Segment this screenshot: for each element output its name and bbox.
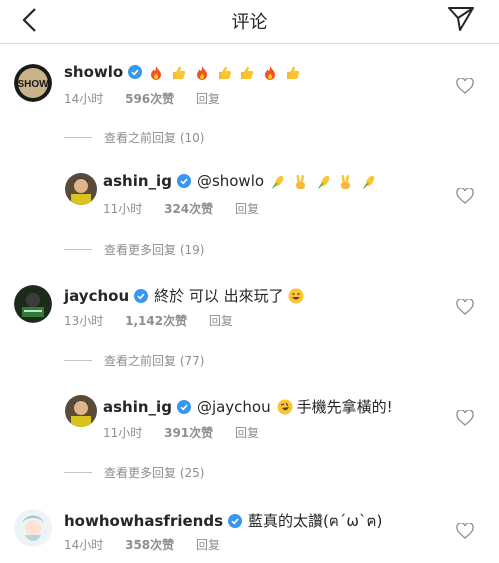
verified-badge-icon bbox=[128, 65, 143, 79]
view-previous-replies[interactable]: 查看之前回复 (10) bbox=[64, 129, 204, 146]
like-count[interactable]: 391次赞 bbox=[164, 426, 213, 440]
top-bar: 评论 bbox=[0, 0, 499, 44]
comment-line: ashin_ig @showlo bbox=[103, 172, 379, 190]
like-count[interactable]: 358次赞 bbox=[125, 538, 174, 552]
page-title: 评论 bbox=[231, 12, 268, 33]
like-heart-icon[interactable] bbox=[456, 410, 474, 426]
reply-button[interactable]: 回复 bbox=[235, 426, 259, 440]
comment-text: 終於 可以 出來玩了 bbox=[154, 287, 284, 305]
reply-button[interactable]: 回复 bbox=[196, 538, 220, 552]
divider-dash bbox=[64, 137, 92, 138]
divider-dash bbox=[64, 472, 92, 473]
comment-text: 手機先拿橫的! bbox=[296, 398, 393, 416]
comment-line: jaychou 終於 可以 出來玩了 bbox=[64, 285, 306, 306]
comment-line: ashin_ig @jaychou 手機先拿橫的! bbox=[103, 396, 393, 417]
avatar-showlo[interactable]: SHOW bbox=[14, 64, 52, 102]
username[interactable]: jaychou bbox=[64, 287, 129, 305]
like-heart-icon[interactable] bbox=[456, 188, 474, 204]
avatar-jaychou[interactable] bbox=[14, 285, 52, 323]
emoji-row bbox=[148, 63, 303, 81]
corn-emoji-icon bbox=[272, 175, 284, 189]
view-previous-replies[interactable]: 查看之前回复 (77) bbox=[64, 352, 204, 369]
thumbs-up-emoji-icon bbox=[241, 66, 254, 79]
rofl-face-emoji-icon bbox=[277, 399, 293, 414]
username[interactable]: howhowhasfriends bbox=[64, 512, 223, 530]
verified-badge-icon bbox=[176, 174, 191, 188]
comment-line: howhowhasfriends 藍真的太讚(ฅ´ω`ฅ) bbox=[64, 509, 382, 533]
thread-label: 查看更多回复 (19) bbox=[104, 243, 205, 257]
showlo-logo-icon: SHOW bbox=[14, 64, 52, 102]
fire-emoji-icon bbox=[265, 65, 276, 80]
divider-dash bbox=[64, 249, 92, 250]
thread-label: 查看之前回复 (10) bbox=[104, 131, 205, 145]
fire-emoji-icon bbox=[196, 65, 207, 80]
send-icon[interactable] bbox=[446, 4, 476, 32]
mention-link[interactable]: @showlo bbox=[197, 172, 264, 190]
like-count[interactable]: 324次赞 bbox=[164, 202, 213, 216]
username[interactable]: showlo bbox=[64, 63, 123, 81]
like-count[interactable]: 1,142次赞 bbox=[125, 314, 187, 328]
svg-text:SHOW: SHOW bbox=[17, 79, 49, 90]
emoji-row bbox=[270, 172, 379, 190]
like-heart-icon[interactable] bbox=[456, 523, 474, 539]
comment-time: 14小时 bbox=[64, 92, 104, 106]
username[interactable]: ashin_ig bbox=[103, 172, 172, 190]
thumbs-up-emoji-icon bbox=[218, 66, 231, 79]
comment-time: 13小时 bbox=[64, 314, 104, 328]
comment-meta: 11小时 324次赞 回复 bbox=[103, 200, 277, 217]
divider-dash bbox=[64, 360, 92, 361]
thread-label: 查看更多回复 (25) bbox=[104, 466, 205, 480]
verified-badge-icon bbox=[176, 399, 191, 414]
like-heart-icon[interactable] bbox=[456, 78, 474, 94]
corn-emoji-icon bbox=[317, 175, 329, 189]
thread-label: 查看之前回复 (77) bbox=[104, 354, 205, 368]
howhow-photo-icon bbox=[14, 509, 52, 547]
comment-meta: 13小时 1,142次赞 回复 bbox=[64, 312, 251, 329]
avatar-ashin-ig[interactable] bbox=[65, 173, 97, 205]
ashin-photo-icon bbox=[65, 173, 97, 205]
verified-badge-icon bbox=[228, 514, 242, 528]
mention-link[interactable]: @jaychou bbox=[197, 398, 271, 416]
comment-time: 11小时 bbox=[103, 202, 143, 216]
comment-time: 11小时 bbox=[103, 426, 143, 440]
avatar-howhowhasfriends[interactable] bbox=[14, 509, 52, 547]
avatar-ashin-ig[interactable] bbox=[65, 395, 97, 427]
fire-emoji-icon bbox=[151, 65, 162, 80]
comment-line: showlo bbox=[64, 63, 303, 81]
victory-hand-emoji-icon bbox=[295, 174, 305, 189]
view-more-replies[interactable]: 查看更多回复 (19) bbox=[64, 241, 204, 258]
username[interactable]: ashin_ig bbox=[103, 398, 172, 416]
comment-time: 14小时 bbox=[64, 538, 104, 552]
reply-button[interactable]: 回复 bbox=[196, 92, 220, 106]
verified-badge-icon bbox=[134, 288, 149, 303]
ashin-photo-icon bbox=[65, 395, 97, 427]
like-count[interactable]: 596次赞 bbox=[125, 92, 174, 106]
thumbs-up-emoji-icon bbox=[286, 66, 300, 79]
corn-emoji-icon bbox=[363, 175, 375, 189]
victory-hand-emoji-icon bbox=[341, 174, 351, 189]
reply-button[interactable]: 回复 bbox=[209, 314, 233, 328]
grinning-face-emoji-icon bbox=[288, 288, 304, 303]
comment-meta: 11小时 391次赞 回复 bbox=[103, 424, 277, 441]
jaychou-photo-icon bbox=[14, 285, 52, 323]
comment-meta: 14小时 596次赞 回复 bbox=[64, 90, 238, 107]
view-more-replies[interactable]: 查看更多回复 (25) bbox=[64, 464, 204, 481]
comment-text: 藍真的太讚(ฅ´ω`ฅ) bbox=[248, 512, 383, 530]
comment-meta: 14小时 358次赞 回复 bbox=[64, 536, 238, 553]
like-heart-icon[interactable] bbox=[456, 299, 474, 315]
reply-button[interactable]: 回复 bbox=[235, 202, 259, 216]
thumbs-up-emoji-icon bbox=[173, 66, 186, 79]
